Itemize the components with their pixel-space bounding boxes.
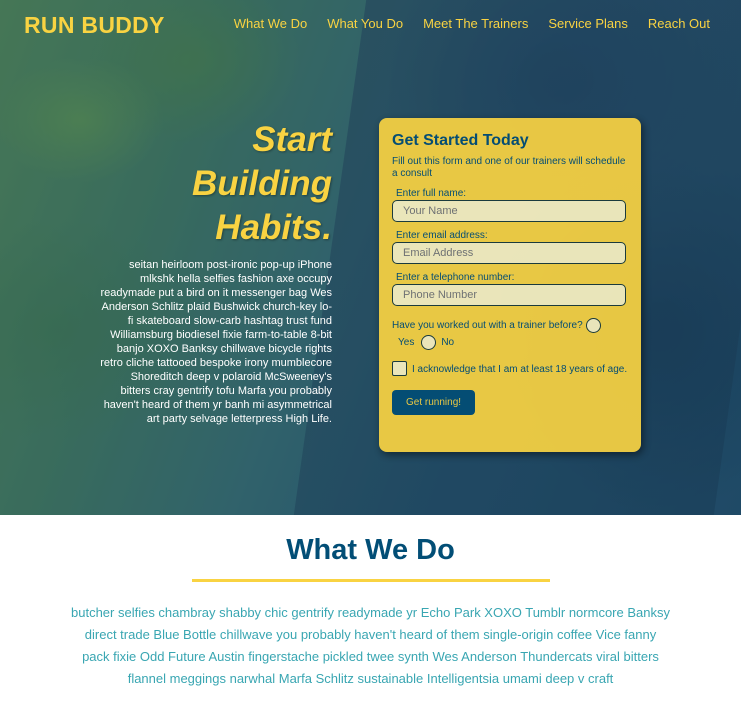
yes-no-row: Yes No bbox=[392, 335, 628, 350]
name-label: Enter full name: bbox=[396, 188, 467, 199]
hero-text: Start Building Habits. seitan heirloom p… bbox=[98, 118, 332, 426]
age-acknowledge-row: I acknowledge that I am at least 18 year… bbox=[392, 361, 628, 378]
nav-link-meet-the-trainers[interactable]: Meet The Trainers bbox=[423, 16, 528, 31]
phone-input[interactable] bbox=[392, 284, 626, 306]
hero-title: Start Building Habits. bbox=[98, 118, 332, 250]
no-radio[interactable] bbox=[421, 335, 437, 350]
trainer-question-row: Have you worked out with a trainer befor… bbox=[392, 318, 628, 333]
get-running-button[interactable]: Get running! bbox=[392, 390, 476, 415]
nav-link-reach-out[interactable]: Reach Out bbox=[648, 16, 710, 31]
name-input[interactable] bbox=[392, 200, 626, 222]
main-nav: What We Do What You Do Meet The Trainers… bbox=[234, 16, 741, 31]
what-we-do-body: butcher selfies chambray shabby chic gen… bbox=[71, 605, 670, 686]
nav-link-what-you-do[interactable]: What You Do bbox=[327, 16, 403, 31]
age-acknowledge-checkbox[interactable] bbox=[392, 361, 407, 376]
hero-title-line: Habits. bbox=[215, 208, 332, 247]
hero-section: RUN BUDDY What We Do What You Do Meet Th… bbox=[0, 0, 741, 515]
no-label: No bbox=[441, 337, 455, 348]
what-we-do-title: What We Do bbox=[286, 534, 455, 566]
yes-label: Yes bbox=[398, 337, 415, 348]
hero-title-line: Start bbox=[252, 120, 332, 159]
age-acknowledge-label: I acknowledge that I am at least 18 year… bbox=[412, 364, 628, 375]
form-title: Get Started Today bbox=[392, 132, 529, 149]
get-started-form: Get Started Today Fill out this form and… bbox=[379, 118, 641, 452]
hero-title-line: Building bbox=[192, 164, 332, 203]
form-subtitle: Fill out this form and one of our traine… bbox=[392, 156, 626, 179]
hero-body-text: seitan heirloom post-ironic pop-up iPhon… bbox=[100, 259, 332, 425]
email-input[interactable] bbox=[392, 242, 626, 264]
nav-link-what-we-do[interactable]: What We Do bbox=[234, 16, 307, 31]
phone-label: Enter a telephone number: bbox=[396, 272, 515, 283]
logo[interactable]: RUN BUDDY bbox=[24, 12, 165, 39]
nav-link-service-plans[interactable]: Service Plans bbox=[548, 16, 627, 31]
trainer-question-label: Have you worked out with a trainer befor… bbox=[392, 320, 583, 331]
trainer-question-radio[interactable] bbox=[585, 318, 601, 333]
what-we-do-section: What We Do butcher selfies chambray shab… bbox=[0, 515, 741, 724]
section-divider bbox=[191, 579, 550, 582]
email-label: Enter email address: bbox=[396, 230, 488, 241]
